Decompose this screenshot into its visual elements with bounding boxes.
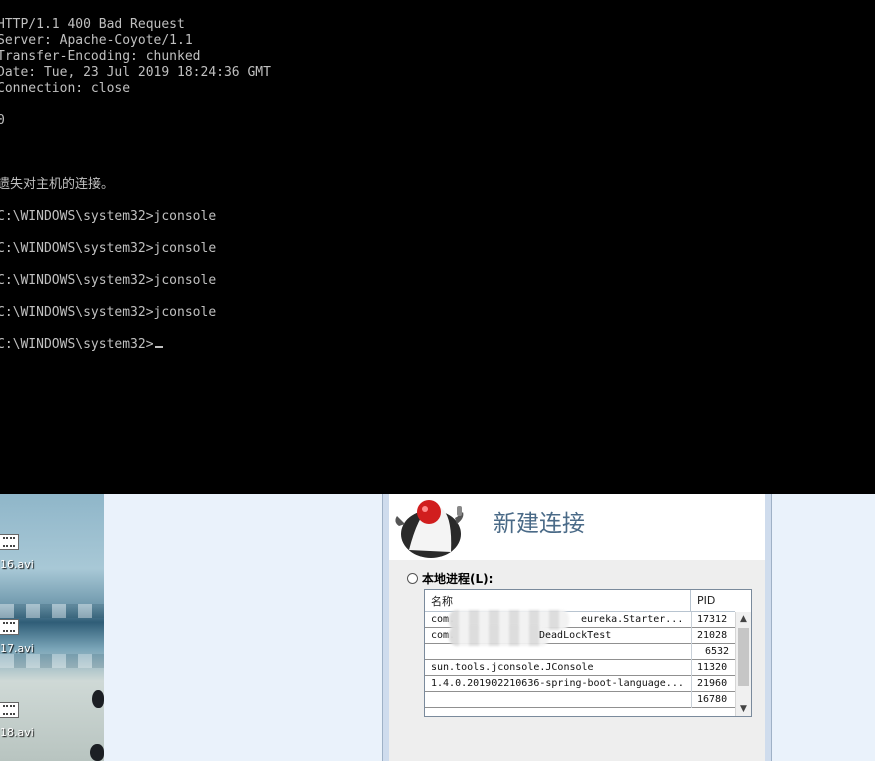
column-divider: [691, 628, 692, 644]
console-line: 遗失对主机的连接。: [0, 177, 115, 192]
process-name: sun.tools.jconsole.JConsole: [431, 662, 594, 673]
console-line: 0: [0, 113, 5, 128]
local-process-radio[interactable]: [407, 573, 418, 584]
column-header-name[interactable]: 名称: [425, 590, 691, 612]
desktop-background: 16.avi 17.avi 18.avi: [0, 494, 104, 761]
column-divider: [691, 660, 692, 676]
process-pid: 17312: [697, 614, 728, 625]
desktop-icon-label[interactable]: 16.avi: [0, 558, 34, 571]
console-line: C:\WINDOWS\system32>jconsole: [0, 209, 217, 224]
column-divider: [691, 676, 692, 692]
process-pid: 21028: [697, 630, 728, 641]
desktop-icon-label[interactable]: 18.avi: [0, 726, 34, 739]
column-header-pid[interactable]: PID: [691, 590, 735, 612]
console-line: C:\WINDOWS\system32>jconsole: [0, 305, 217, 320]
table-row[interactable]: sun.tools.jconsole.JConsole 11320: [425, 660, 735, 676]
console-line: Date: Tue, 23 Jul 2019 18:24:36 GMT: [0, 65, 271, 80]
background-pane: [104, 494, 382, 761]
column-divider: [691, 692, 692, 708]
scroll-up-icon[interactable]: ▲: [736, 612, 751, 626]
wave-decoration: [0, 654, 104, 668]
table-row[interactable]: 6532: [425, 644, 735, 660]
command-prompt-window[interactable]: HTTP/1.1 400 Bad Request Server: Apache-…: [0, 0, 875, 494]
video-file-icon[interactable]: [0, 534, 19, 550]
console-prompt: C:\WINDOWS\system32>: [0, 337, 154, 352]
console-prompt-line[interactable]: C:\WINDOWS\system32>: [0, 337, 163, 353]
desktop-icon-label[interactable]: 17.avi: [0, 642, 34, 655]
video-file-icon[interactable]: [0, 619, 19, 635]
console-line: C:\WINDOWS\system32>jconsole: [0, 241, 217, 256]
rock-decoration: [90, 744, 104, 761]
console-line: C:\WINDOWS\system32>jconsole: [0, 273, 217, 288]
dialog-header: 新建连接: [389, 494, 765, 560]
rock-decoration: [92, 690, 104, 708]
console-line: Connection: close: [0, 81, 131, 96]
process-table[interactable]: 名称 PID com. eureka.Starter... 17312 com.…: [424, 589, 752, 717]
local-process-option[interactable]: 本地进程(L):: [407, 570, 493, 587]
local-process-label: 本地进程(L):: [422, 572, 494, 586]
process-name-tail: eureka.Starter...: [581, 614, 684, 625]
process-rows: com. eureka.Starter... 17312 com. DeadLo…: [425, 610, 735, 708]
console-line: HTTP/1.1 400 Bad Request: [0, 17, 185, 32]
scroll-thumb[interactable]: [738, 628, 749, 686]
video-file-icon[interactable]: [0, 702, 19, 718]
process-pid: 16780: [697, 694, 728, 705]
process-pid: 21960: [697, 678, 728, 689]
dialog-title: 新建连接: [493, 511, 585, 537]
console-line: Transfer-Encoding: chunked: [0, 49, 201, 64]
background-pane: [772, 494, 875, 761]
console-line: Server: Apache-Coyote/1.1: [0, 33, 193, 48]
column-divider: [691, 644, 692, 660]
column-divider: [691, 612, 692, 628]
process-pid: 6532: [705, 646, 730, 657]
process-name: 1.4.0.201902210636-spring-boot-language.…: [431, 678, 684, 689]
wave-decoration: [0, 604, 104, 618]
text-cursor: [154, 346, 163, 348]
dialog-body: 新建连接 本地进程(L): 名称 PID com. eureka.Starter…: [389, 494, 765, 761]
scroll-down-icon[interactable]: ▼: [736, 702, 751, 716]
process-name-tail: DeadLockTest: [539, 630, 612, 641]
table-row[interactable]: 16780: [425, 692, 735, 708]
vertical-scrollbar[interactable]: ▲ ▼: [735, 612, 751, 716]
jconsole-new-connection-dialog: 新建连接 本地进程(L): 名称 PID com. eureka.Starter…: [382, 494, 772, 761]
table-row[interactable]: 1.4.0.201902210636-spring-boot-language.…: [425, 676, 735, 692]
redacted-area: [449, 626, 549, 646]
table-row[interactable]: com. DeadLockTest 21028: [425, 626, 735, 646]
process-pid: 11320: [697, 662, 728, 673]
java-duke-logo-icon: [395, 500, 464, 558]
